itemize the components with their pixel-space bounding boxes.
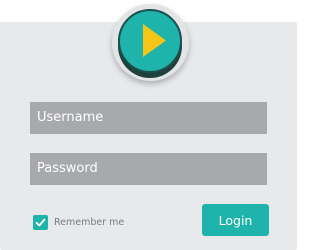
username-field[interactable]: Username [30, 102, 267, 134]
checkmark-icon [35, 218, 46, 227]
play-button-logo [118, 9, 182, 73]
password-field[interactable]: Password [30, 153, 267, 185]
play-icon [143, 24, 166, 57]
remember-me-checkbox[interactable] [33, 215, 48, 230]
login-button[interactable]: Login [202, 204, 269, 236]
remember-me-option[interactable]: Remember me [33, 215, 124, 230]
remember-me-label: Remember me [54, 217, 125, 228]
logo-badge [112, 4, 189, 81]
